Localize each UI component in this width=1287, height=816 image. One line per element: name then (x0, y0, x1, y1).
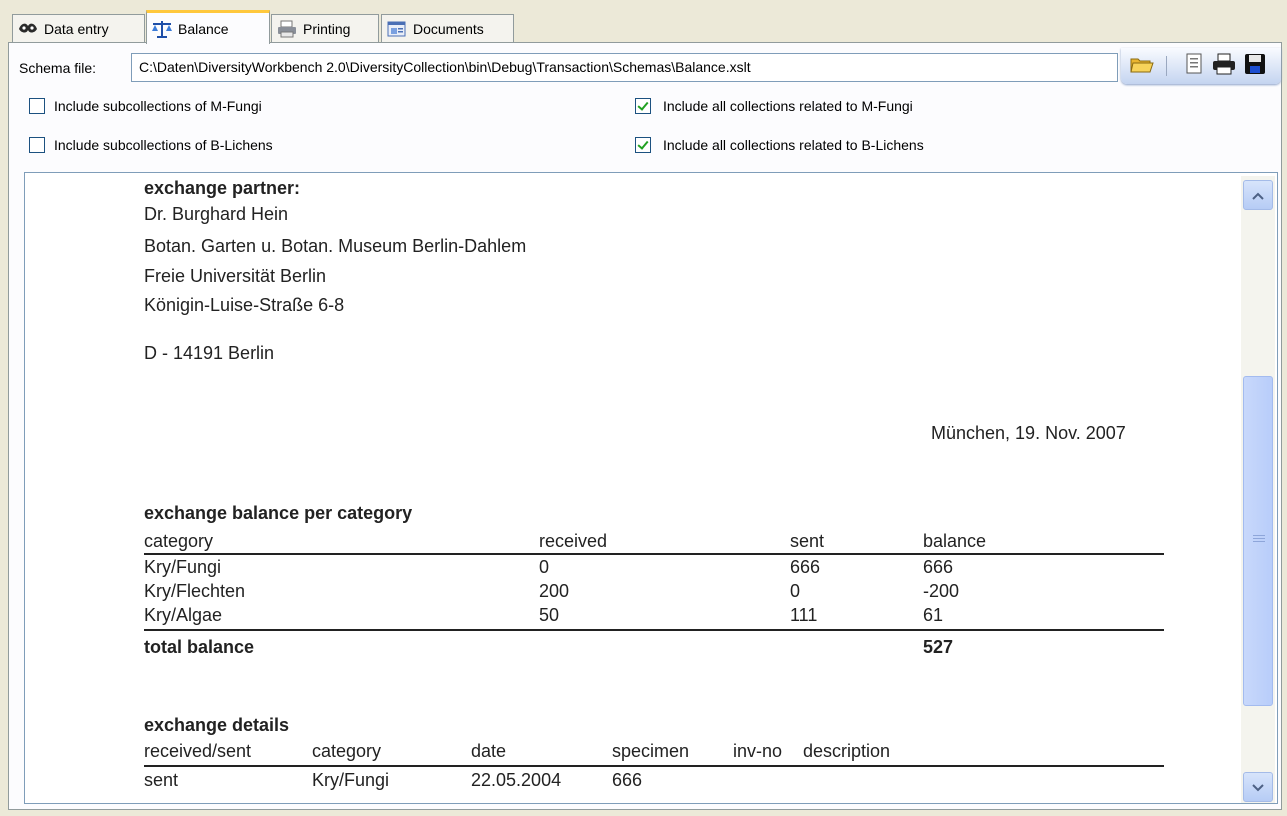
schema-file-input[interactable]: C:\Daten\DiversityWorkbench 2.0\Diversit… (131, 53, 1118, 82)
document-button[interactable] (1181, 53, 1207, 79)
total-value: 527 (923, 637, 954, 657)
thumb-grip (1253, 541, 1265, 542)
address-line: Freie Universität Berlin (144, 266, 327, 286)
balance-cell: 0 (790, 581, 801, 601)
address-line: Dr. Burghard Hein (144, 204, 289, 224)
details-cell: 666 (612, 770, 643, 790)
address-city: D - 14191 Berlin (144, 343, 275, 363)
balance-column-header: category (144, 531, 214, 551)
balance-cell: 61 (923, 605, 944, 625)
open-folder-icon (1130, 54, 1154, 79)
printer-icon (276, 19, 298, 39)
tab-balance[interactable]: Balance (146, 10, 270, 44)
tab-strip: Data entry Balance Printing Documents (0, 0, 1287, 48)
details-column-header: category (312, 741, 382, 761)
details-cell: sent (144, 770, 179, 790)
balance-cell: Kry/Flechten (144, 581, 246, 601)
details-header-rule (144, 765, 1164, 767)
details-column-header: specimen (612, 741, 690, 761)
details-column-header: description (803, 741, 891, 761)
details-column-header: date (471, 741, 507, 761)
partner-heading: exchange partner: (144, 178, 301, 198)
toolbar (1121, 48, 1281, 84)
tab-label: Balance (178, 20, 229, 37)
balance-document: exchange partner: Dr. Burghard Hein Bota… (25, 173, 1243, 803)
open-folder-button[interactable] (1129, 53, 1155, 79)
toolbar-separator (1166, 56, 1167, 76)
tab-documents[interactable]: Documents (381, 14, 514, 42)
save-icon (1244, 53, 1266, 80)
tab-label: Data entry (44, 20, 109, 37)
place-date: München, 19. Nov. 2007 (931, 423, 1126, 443)
tab-label: Documents (413, 20, 484, 37)
include-related-b-lichens-checkbox[interactable] (635, 137, 651, 153)
schema-file-label: Schema file: (19, 60, 97, 76)
include-related-m-fungi-label: Include all collections related to M-Fun… (663, 98, 913, 114)
scroll-down-button[interactable] (1243, 772, 1273, 802)
total-rule (144, 629, 1164, 631)
print-icon (1212, 53, 1236, 80)
tab-data-entry[interactable]: Data entry (12, 14, 145, 42)
scroll-up-button[interactable] (1243, 180, 1273, 210)
balance-cell: 200 (539, 581, 570, 601)
save-button[interactable] (1242, 53, 1268, 79)
include-subcollections-m-fungi-label: Include subcollections of M-Fungi (54, 98, 262, 114)
details-column-header: received/sent (144, 741, 252, 761)
include-related-m-fungi-checkbox[interactable] (635, 98, 651, 114)
balance-column-header: received (539, 531, 608, 551)
scroll-thumb[interactable] (1243, 376, 1273, 706)
chevron-down-icon (1252, 780, 1264, 795)
print-button[interactable] (1211, 53, 1237, 79)
documents-icon (386, 19, 408, 39)
header-rule (144, 553, 1164, 555)
balance-cell: 50 (539, 605, 560, 625)
balance-column-header: sent (790, 531, 825, 551)
balance-cell: Kry/Algae (144, 605, 223, 625)
address-line: Botan. Garten u. Botan. Museum Berlin-Da… (144, 236, 527, 256)
document-preview[interactable]: exchange partner: Dr. Burghard Hein Bota… (24, 172, 1278, 804)
details-cell: Kry/Fungi (312, 770, 390, 790)
balance-cell: -200 (923, 581, 960, 601)
details-heading: exchange details (144, 715, 290, 735)
balance-cell: 111 (790, 605, 818, 625)
include-subcollections-m-fungi-checkbox[interactable] (29, 98, 45, 114)
thumb-grip (1253, 538, 1265, 539)
balance-heading: exchange balance per category (144, 503, 413, 523)
address-line: Königin-Luise-Straße 6-8 (144, 295, 345, 315)
include-subcollections-b-lichens-label: Include subcollections of B-Lichens (54, 137, 273, 153)
balance-cell: 666 (790, 557, 821, 577)
document-icon (1185, 53, 1203, 80)
thumb-grip (1253, 535, 1265, 536)
details-column-header: inv-no (733, 741, 783, 761)
data-entry-icon (17, 19, 39, 39)
total-label: total balance (144, 637, 255, 657)
chevron-up-icon (1252, 188, 1264, 203)
include-related-b-lichens-label: Include all collections related to B-Lic… (663, 137, 924, 153)
vertical-scrollbar[interactable] (1241, 176, 1275, 803)
balance-cell: 0 (539, 557, 550, 577)
include-subcollections-b-lichens-checkbox[interactable] (29, 137, 45, 153)
balance-cell: 666 (923, 557, 954, 577)
tab-printing[interactable]: Printing (271, 14, 379, 42)
details-cell: 22.05.2004 (471, 770, 562, 790)
tab-label: Printing (303, 20, 351, 37)
balance-column-header: balance (923, 531, 987, 551)
balance-cell: Kry/Fungi (144, 557, 222, 577)
balance-scale-icon (151, 19, 173, 39)
